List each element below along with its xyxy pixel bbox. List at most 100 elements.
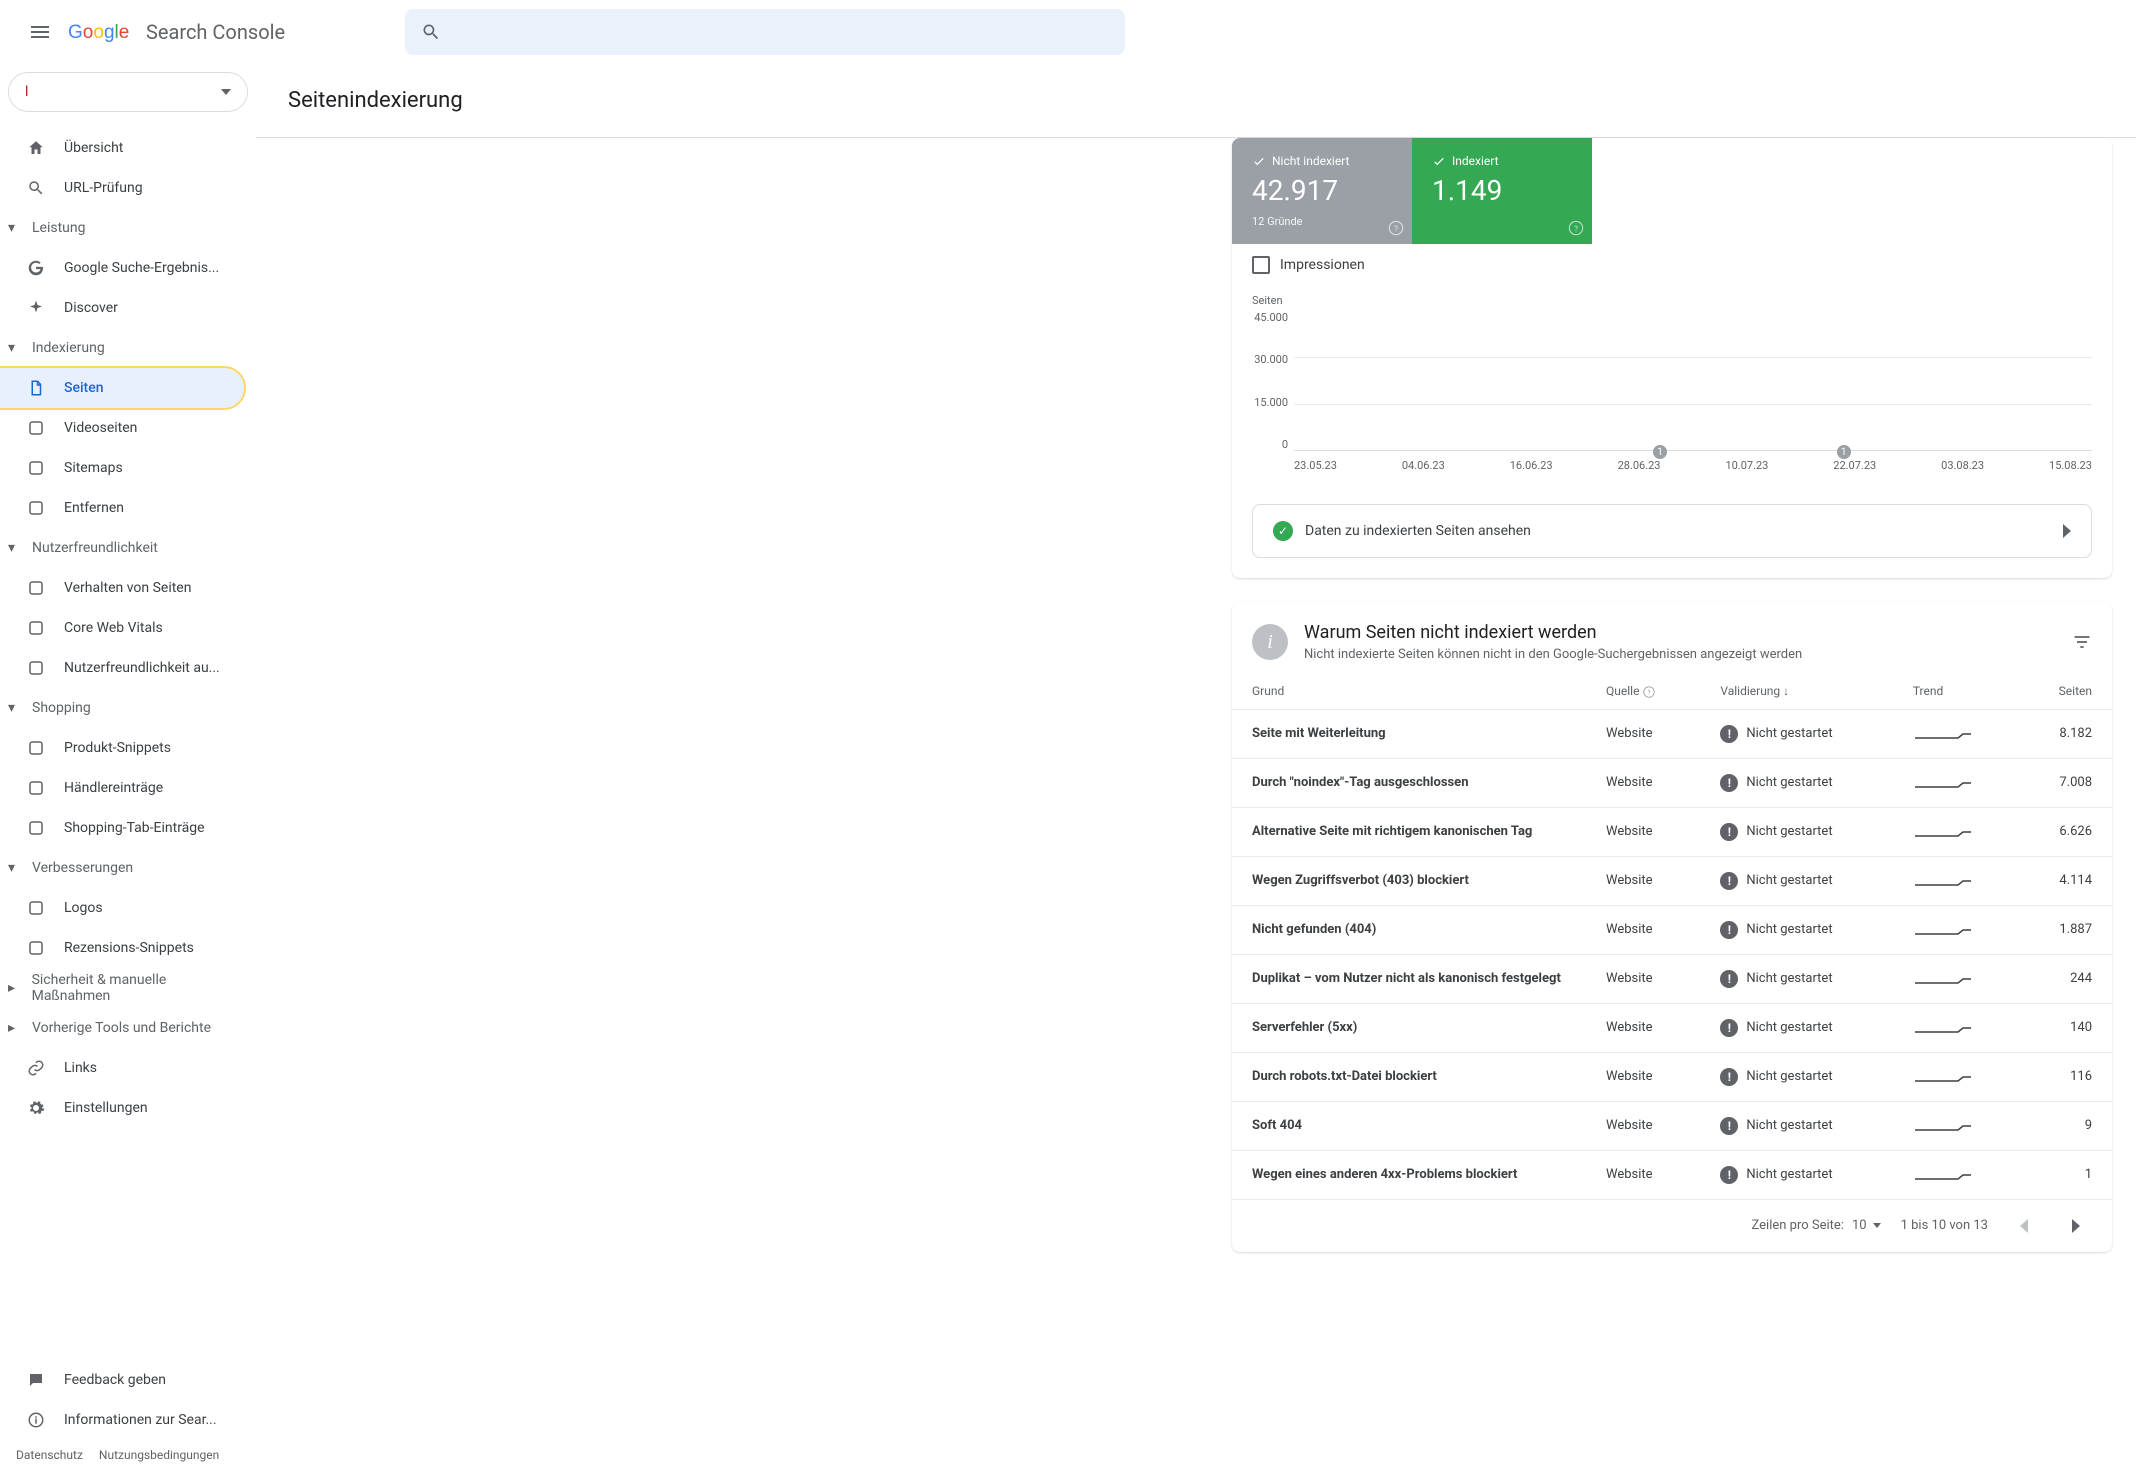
nav-settings[interactable]: Einstellungen [0,1088,244,1128]
nav-icon [24,896,48,920]
validation-cell: !Nicht gestartet [1700,1101,1892,1150]
nav-label: Übersicht [64,140,123,156]
reason-cell: Wegen Zugriffsverbot (403) blockiert [1232,856,1586,905]
nav-item[interactable]: Google Suche-Ergebnis... [0,248,244,288]
table-row[interactable]: Duplikat – vom Nutzer nicht als kanonisc… [1232,954,2112,1003]
svg-text:?: ? [1574,224,1578,234]
chevron-down-icon: ▾ [8,700,28,716]
help-icon: ? [1642,685,1656,699]
nav-item[interactable]: Produkt-Snippets [0,728,244,768]
nav-item[interactable]: Entfernen [0,488,244,528]
search-icon [421,22,441,42]
ytick: 30.000 [1254,353,1288,366]
nav-section[interactable]: ▾Shopping [0,688,256,728]
menu-button[interactable] [16,8,64,56]
pages-cell: 9 [2019,1101,2112,1150]
view-indexed-data-link[interactable]: ✓ Daten zu indexierten Seiten ansehen [1252,504,2092,558]
validation-cell: !Nicht gestartet [1700,1003,1892,1052]
not-indexed-label: Nicht indexiert [1272,154,1349,168]
privacy-link[interactable]: Datenschutz [16,1448,83,1462]
source-cell: Website [1586,758,1700,807]
nav-item[interactable]: Rezensions-Snippets [0,928,244,968]
prev-page-button[interactable] [2008,1210,2040,1242]
pages-cell: 8.182 [2019,709,2112,758]
table-row[interactable]: Alternative Seite mit richtigem kanonisc… [1232,807,2112,856]
table-row[interactable]: Durch robots.txt-Datei blockiertWebsite!… [1232,1052,2112,1101]
source-cell: Website [1586,807,1700,856]
chart-marker[interactable]: 1 [1653,445,1667,459]
nav-label: Rezensions-Snippets [64,940,194,956]
col-source[interactable]: Quelle ? [1586,674,1700,709]
ytick: 0 [1282,438,1288,451]
reason-cell: Serverfehler (5xx) [1232,1003,1586,1052]
indexed-tile[interactable]: Indexiert 1.149 ? [1412,138,1592,244]
nav-icon [24,656,48,680]
nav-item[interactable]: Händlereinträge [0,768,244,808]
nav-item[interactable]: Sitemaps [0,448,244,488]
help-icon[interactable]: ? [1568,220,1584,236]
sparkline-icon [1913,822,1973,842]
trend-cell [1893,856,2019,905]
sparkline-icon [1913,871,1973,891]
validation-cell: !Nicht gestartet [1700,954,1892,1003]
nav-feedback[interactable]: Feedback geben [0,1360,244,1400]
rows-per-page-select[interactable]: 10 [1852,1218,1881,1233]
nav-section-collapsed[interactable]: ▸Sicherheit & manuelle Maßnahmen [0,968,256,1008]
nav-item[interactable]: Videoseiten [0,408,244,448]
nav-url-inspection[interactable]: URL-Prüfung [0,168,244,208]
search-input[interactable] [405,9,1125,55]
nav-icon [24,816,48,840]
impressions-checkbox[interactable] [1252,256,1270,274]
nav-overview[interactable]: Übersicht [0,128,244,168]
table-row[interactable]: Nicht gefunden (404)Website!Nicht gestar… [1232,905,2112,954]
col-reason[interactable]: Grund [1232,674,1586,709]
nav-section[interactable]: ▾Leistung [0,208,256,248]
app-name: Search Console [146,20,285,44]
nav-label: Shopping-Tab-Einträge [64,820,205,836]
nav-label: Feedback geben [64,1372,166,1388]
check-icon [1432,154,1446,168]
nav-section[interactable]: ▾Nutzerfreundlichkeit [0,528,256,568]
table-row[interactable]: Wegen eines anderen 4xx-Problems blockie… [1232,1150,2112,1199]
table-row[interactable]: Seite mit WeiterleitungWebsite!Nicht ges… [1232,709,2112,758]
table-row[interactable]: Serverfehler (5xx)Website!Nicht gestarte… [1232,1003,2112,1052]
nav-label: Einstellungen [64,1100,148,1116]
not-indexed-sub: 12 Gründe [1252,215,1392,228]
exclamation-icon: ! [1720,872,1738,890]
nav-item[interactable]: Seiten [0,368,244,408]
validation-cell: !Nicht gestartet [1700,709,1892,758]
nav-links[interactable]: Links [0,1048,244,1088]
col-validation[interactable]: Validierung ↓ [1700,674,1892,709]
property-selector[interactable]: l [8,72,248,112]
nav-item[interactable]: Verhalten von Seiten [0,568,244,608]
next-page-button[interactable] [2060,1210,2092,1242]
exclamation-icon: ! [1720,921,1738,939]
not-indexed-tile[interactable]: Nicht indexiert 42.917 12 Gründe ? [1232,138,1412,244]
nav-item[interactable]: Logos [0,888,244,928]
nav-item[interactable]: Discover [0,288,244,328]
table-row[interactable]: Durch "noindex"-Tag ausgeschlossenWebsit… [1232,758,2112,807]
nav-section-collapsed[interactable]: ▸Vorherige Tools und Berichte [0,1008,256,1048]
rows-per-page-label: Zeilen pro Seite: [1752,1218,1844,1233]
app-logo[interactable]: Google Search Console [68,20,285,44]
source-cell: Website [1586,1101,1700,1150]
trend-cell [1893,1150,2019,1199]
xtick: 22.07.23 [1833,459,1876,472]
pages-cell: 6.626 [2019,807,2112,856]
nav-item[interactable]: Shopping-Tab-Einträge [0,808,244,848]
filter-button[interactable] [2072,632,2092,652]
nav-item[interactable]: Core Web Vitals [0,608,244,648]
col-trend[interactable]: Trend [1893,674,2019,709]
terms-link[interactable]: Nutzungsbedingungen [99,1448,219,1462]
nav-section[interactable]: ▾Verbesserungen [0,848,256,888]
nav-item[interactable]: Nutzerfreundlichkeit au... [0,648,244,688]
nav-section[interactable]: ▾Indexierung [0,328,256,368]
table-row[interactable]: Wegen Zugriffsverbot (403) blockiertWebs… [1232,856,2112,905]
table-row[interactable]: Soft 404Website!Nicht gestartet9 [1232,1101,2112,1150]
chart-marker[interactable]: 1 [1837,445,1851,459]
help-icon[interactable]: ? [1388,220,1404,236]
col-pages[interactable]: Seiten [2019,674,2112,709]
nav-about[interactable]: Informationen zur Sear... [0,1400,244,1440]
source-cell: Website [1586,905,1700,954]
chart-ylabel: Seiten [1252,294,2092,307]
